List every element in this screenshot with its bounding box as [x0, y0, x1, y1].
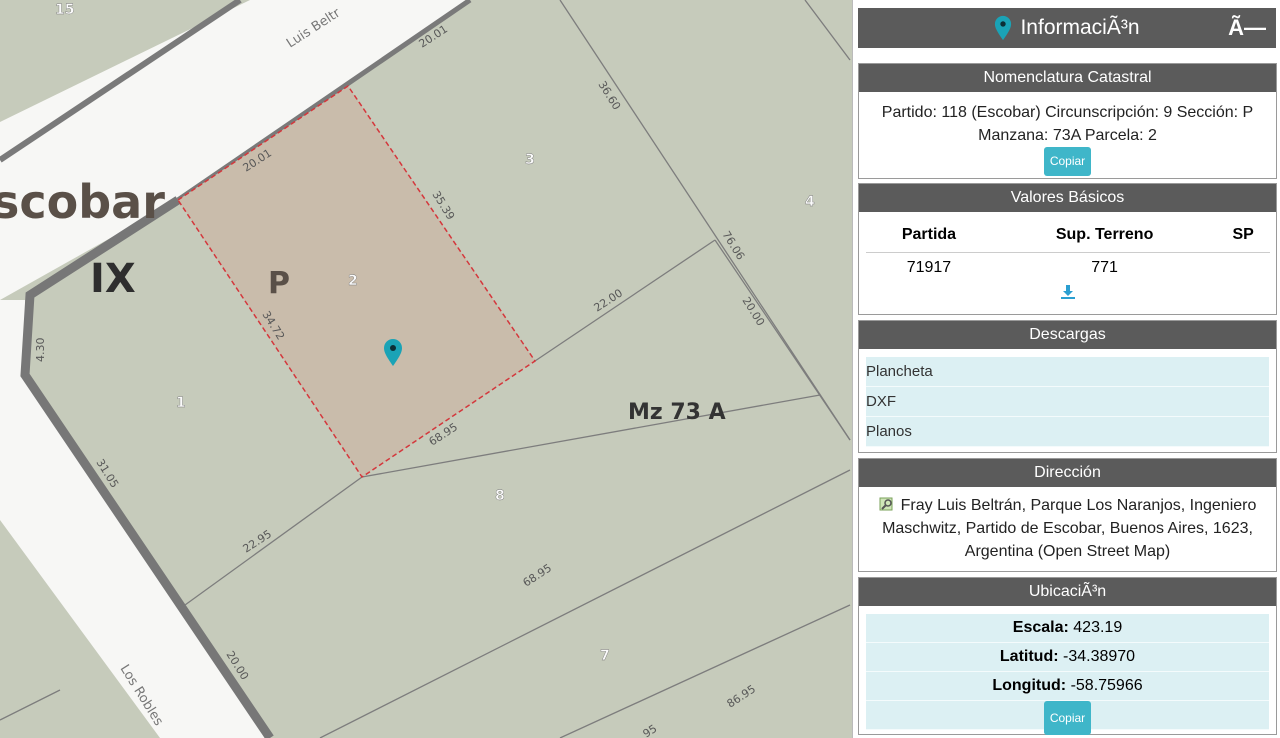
- descargas-section: Descargas Plancheta DXF Planos: [858, 320, 1277, 453]
- map-search-icon: [879, 497, 893, 511]
- catastral-section: Nomenclatura Catastral Partido: 118 (Esc…: [858, 63, 1277, 179]
- escala-label: Escala:: [1012, 619, 1069, 636]
- lot-number-1: 1: [176, 395, 186, 411]
- ubicacion-title: UbicaciÃ³n: [859, 578, 1276, 606]
- longitud-label: Longitud:: [992, 677, 1067, 694]
- direccion-section: Dirección Fray Luis Beltrán, Parque Los …: [858, 458, 1277, 572]
- descargas-title: Descargas: [859, 321, 1276, 349]
- download-plancheta-link[interactable]: Plancheta: [866, 357, 1269, 387]
- column-header-partida: Partida: [865, 218, 993, 253]
- map-label-seccion: P: [268, 266, 290, 301]
- lot-number-3: 3: [525, 152, 535, 168]
- map-label-town: scobar: [0, 175, 165, 229]
- cell-partida: 71917: [906, 259, 952, 276]
- cell-sp: [1217, 253, 1270, 284]
- valores-table: Partida Sup. Terreno SP 71917 771: [865, 218, 1270, 284]
- latitud-label: Latitud:: [999, 648, 1059, 665]
- info-panel: InformaciÃ³n Ã— Nomenclatura Catastral P…: [852, 0, 1280, 738]
- panel-header: InformaciÃ³n Ã—: [858, 8, 1276, 48]
- lot-number-15: 15: [55, 2, 74, 18]
- valores-section: Valores Básicos Partida Sup. Terreno SP …: [858, 183, 1277, 315]
- catastral-line2: Manzana: 73A Parcela: 2: [978, 127, 1157, 144]
- lot-number-8: 8: [495, 488, 505, 504]
- catastral-line1: Partido: 118 (Escobar) Circunscripción: …: [881, 104, 1254, 121]
- download-dxf-link[interactable]: DXF: [866, 387, 1269, 417]
- cell-sup-terreno: 771: [1091, 259, 1118, 276]
- map-pin-icon: [995, 15, 1012, 41]
- copy-catastral-button[interactable]: Copiar: [1043, 147, 1092, 176]
- direccion-text: Fray Luis Beltrán, Parque Los Naranjos, …: [882, 497, 1257, 560]
- download-icon[interactable]: [1060, 284, 1076, 300]
- copy-ubicacion-button[interactable]: Copiar: [1043, 701, 1092, 735]
- latitud-value: -34.38970: [1063, 648, 1136, 665]
- close-icon[interactable]: Ã—: [1228, 15, 1266, 41]
- latitud-row: Latitud: -34.38970: [866, 643, 1269, 672]
- longitud-value: -58.75966: [1070, 677, 1143, 694]
- map-label-circunscripcion: IX: [90, 256, 136, 302]
- catastral-title: Nomenclatura Catastral: [859, 64, 1276, 92]
- download-planos-link[interactable]: Planos: [866, 417, 1269, 447]
- escala-value: 423.19: [1073, 619, 1123, 636]
- dim-label: 4.30: [34, 338, 47, 363]
- direccion-title: Dirección: [859, 459, 1276, 487]
- lot-number-7: 7: [600, 648, 610, 664]
- copy-row: Copiar: [866, 701, 1269, 735]
- escala-row: Escala: 423.19: [866, 614, 1269, 643]
- lot-number-4: 4: [805, 194, 815, 210]
- map-label-manzana: Mz 73 A: [628, 400, 726, 425]
- longitud-row: Longitud: -58.75966: [866, 672, 1269, 701]
- lot-number-2: 2: [348, 273, 358, 289]
- ubicacion-section: UbicaciÃ³n Escala: 423.19 Latitud: -34.3…: [858, 577, 1277, 735]
- valores-title: Valores Básicos: [859, 184, 1276, 212]
- column-header-sup-terreno: Sup. Terreno: [992, 218, 1217, 253]
- column-header-sp: SP: [1216, 218, 1270, 253]
- panel-title: InformaciÃ³n: [1020, 16, 1140, 39]
- table-row: 71917 771: [866, 253, 1270, 284]
